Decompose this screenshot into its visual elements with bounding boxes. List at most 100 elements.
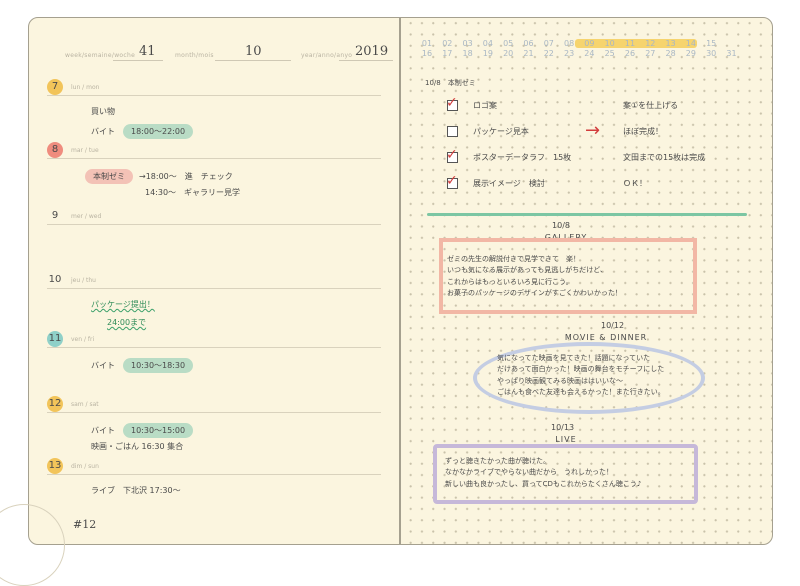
calendar-day[interactable]: 11 [622, 39, 638, 48]
day-number: 8 [47, 142, 63, 158]
day-entry: バイト 18:00〜22:00 [91, 124, 194, 139]
todo-status: 文田までの15枚は完成 [623, 153, 706, 162]
calendar-day[interactable]: 10 [602, 39, 618, 48]
section-date: 10/8 [552, 221, 570, 230]
day-label: lun / mon [71, 84, 100, 91]
time-pill: 本制ゼミ [85, 169, 133, 184]
calendar-day[interactable]: 31 [724, 49, 740, 58]
calendar-day[interactable]: 17 [439, 49, 455, 58]
day-label: mar / tue [71, 147, 99, 154]
day-number: 9 [51, 210, 59, 221]
section-line: これからはもっといろいろ見に行こう。 [447, 277, 573, 286]
calendar-day[interactable]: 22 [541, 49, 557, 58]
calendar-day[interactable]: 01 [419, 39, 435, 48]
day-label: sam / sat [71, 401, 99, 408]
calendar-day[interactable]: 06 [521, 39, 537, 48]
entry-text: 24:00まで [107, 318, 147, 327]
todo-text: ロゴ案 [473, 101, 497, 110]
day-rule [47, 347, 381, 348]
section-line: ゼミの先生の解説付きで見学できて 楽！ [447, 255, 580, 263]
section-line: 新しい曲も良かったし、買ってCDもこれからたくさん聴こう♪ [445, 479, 642, 488]
entry-text: パッケージ提出！ [91, 300, 155, 309]
year-number: 2019 [355, 44, 389, 59]
section-line: ごはんも食べた友達も会えるかった！また行きたい。 [497, 387, 665, 396]
entry-text: バイト [91, 361, 115, 370]
calendar-day[interactable]: 27 [642, 49, 658, 58]
entry-text: →18:00〜 進 チェック [139, 172, 233, 181]
day-label: ven / fri [71, 336, 95, 343]
section-title: LIVE [555, 435, 577, 444]
entry-text: 映画・ごはん 16:30 集合 [91, 442, 184, 451]
day-label: mer / wed [71, 213, 102, 220]
todo-text: パッケージ見本 [473, 127, 529, 136]
calendar-day[interactable]: 05 [500, 39, 516, 48]
time-pill: 18:00〜22:00 [123, 124, 194, 139]
section-line: お菓子のパッケージのデザインがすごくかわいかった！ [447, 288, 622, 297]
day-label: dim / sun [71, 463, 99, 470]
calendar-day[interactable]: 18 [460, 49, 476, 58]
calendar-day[interactable]: 09 [581, 39, 597, 48]
calendar-day[interactable]: 30 [703, 49, 719, 58]
notes-page: 01 02 03 04 05 06 07 08 09 10 11 12 13 14 15 16 17 18 19 20… [400, 17, 773, 545]
day-number: 11 [47, 331, 63, 347]
calendar-day[interactable]: 08 [561, 39, 577, 48]
calendar-day[interactable]: 14 [683, 39, 699, 48]
calendar-day[interactable]: 07 [541, 39, 557, 48]
day-block: 9 mer / wed [47, 208, 381, 268]
calendar-day[interactable]: 21 [521, 49, 537, 58]
year-label: year/anno/anyo [301, 52, 353, 59]
month-number: 10 [245, 44, 262, 59]
day-rule [47, 224, 381, 225]
section-line: だけあって面白かった！映画の舞台をモチーフにした [497, 365, 665, 374]
section-date: 10/12 [601, 321, 625, 330]
calendar-day[interactable]: 03 [460, 39, 476, 48]
entry-text: ライブ 下北沢 17:30〜 [91, 486, 181, 495]
section-line: やっぱり映画観てみる映画ははいいな〜 [497, 376, 623, 385]
calendar-day[interactable]: 24 [581, 49, 597, 58]
calendar-day[interactable]: 26 [622, 49, 638, 58]
day-label: jeu / thu [71, 277, 96, 284]
day-entry: パッケージ提出！ [91, 299, 155, 310]
day-rule [47, 95, 381, 96]
day-entry: 24:00まで [107, 317, 146, 328]
section-line: いつも気になる展示があっても見逃しがちだけど、 [447, 266, 607, 275]
day-block: 13 dim / sun ライブ 下北沢 17:30〜 [47, 458, 381, 518]
todo-text: 展示イメージ 検討 [473, 179, 545, 188]
day-block: 10 jeu / thu パッケージ提出！ 24:00まで [47, 272, 381, 332]
calendar-day[interactable]: 15 [703, 39, 719, 48]
calendar-day[interactable]: 04 [480, 39, 496, 48]
section-line: 気になってた映画を見てきた！話題になっていた [497, 354, 651, 362]
entry-text: 14:30〜 ギャラリー見学 [145, 188, 241, 197]
section-line: ずっと聴きたかった曲が聴けた。 [445, 457, 550, 465]
day-entry: バイト 10:30〜15:00 [91, 423, 194, 438]
calendar-day[interactable]: 13 [663, 39, 679, 48]
day-rule [47, 474, 381, 475]
time-pill: 10:30〜18:30 [123, 358, 194, 373]
day-entry: 14:30〜 ギャラリー見学 [145, 187, 240, 198]
calendar-day[interactable]: 19 [480, 49, 496, 58]
day-number: 10 [48, 274, 62, 285]
section-title: MOVIE & DINNER [564, 333, 648, 342]
month-label: month/mois [175, 52, 214, 59]
calendar-day[interactable]: 28 [663, 49, 679, 58]
day-block: 12 sam / sat バイト 10:30〜15:00 映画・ごはん 16:30 集… [47, 396, 381, 456]
calendar-day[interactable]: 23 [561, 49, 577, 58]
calendar-day[interactable]: 02 [439, 39, 455, 48]
section-date: 10/13 [551, 423, 575, 432]
section-divider [427, 213, 747, 216]
entry-text: バイト [91, 127, 115, 136]
day-entry: ライブ 下北沢 17:30〜 [91, 485, 181, 496]
calendar-day[interactable]: 16 [419, 49, 435, 58]
calendar-day[interactable]: 25 [602, 49, 618, 58]
calendar-day[interactable]: 20 [500, 49, 516, 58]
checkmark-icon: ✓ [446, 147, 458, 163]
calendar-day[interactable]: 29 [683, 49, 699, 58]
todo-title: 10/8 本制ゼミ [425, 79, 476, 87]
week-header: week/semaine/woche 41 month/mois 10 year… [65, 44, 393, 61]
entry-text: バイト [91, 426, 115, 435]
day-number: 7 [47, 79, 63, 95]
checkbox[interactable] [447, 126, 458, 137]
todo-status: 案①を仕上げる [623, 101, 679, 110]
calendar-day[interactable]: 12 [642, 39, 658, 48]
day-block: 8 mar / tue 本制ゼミ →18:00〜 進 チェック 14:30〜 ギャラリー… [47, 142, 381, 202]
